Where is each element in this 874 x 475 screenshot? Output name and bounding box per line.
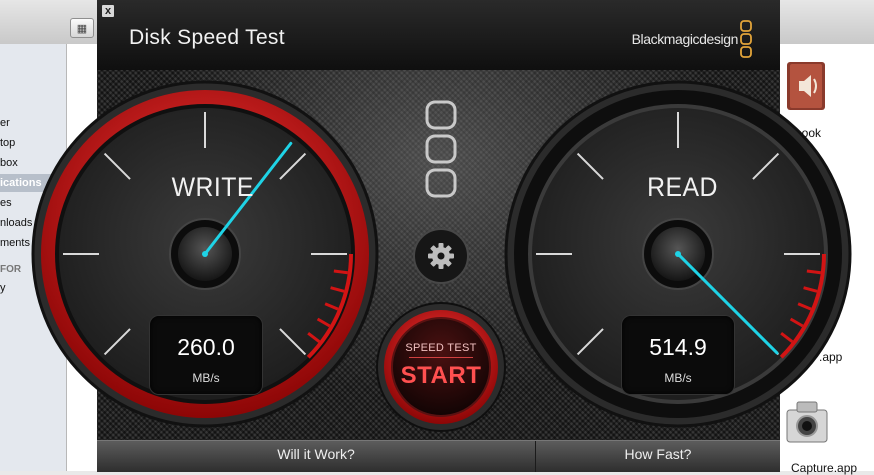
brand-logo: Blackmagicdesign (631, 31, 739, 47)
read-label: READ (647, 172, 718, 202)
start-button-divider (409, 357, 473, 358)
start-button-label: START (400, 362, 482, 389)
view-options-button[interactable]: ▦ (70, 18, 94, 38)
how-fast-button[interactable]: How Fast? (536, 441, 780, 472)
gauge-redzone-tick (806, 269, 821, 275)
title-bar: x Disk Speed Test Blackmagicdesign (97, 0, 780, 71)
write-speed-unit: MB/s (192, 371, 220, 385)
app-label: .app (819, 350, 843, 364)
write-speed-readout: 260.0 MB/s (150, 316, 262, 394)
sidebar-item[interactable]: er (0, 114, 66, 132)
grid-icon: ▦ (76, 22, 88, 35)
read-speed-unit: MB/s (664, 371, 692, 385)
audiobook-app-icon[interactable] (781, 58, 831, 114)
close-button[interactable]: x (102, 5, 114, 17)
read-speed-value: 514.9 (649, 334, 707, 360)
settings-button[interactable] (413, 228, 469, 284)
sidebar-item[interactable]: top (0, 134, 66, 152)
write-label: WRITE (171, 172, 254, 202)
read-needle-pivot (675, 251, 681, 257)
gauge-redzone-tick (333, 269, 348, 275)
write-needle-pivot (202, 251, 208, 257)
read-speed-readout: 514.9 MB/s (622, 316, 734, 394)
app-label: Capture.app (791, 461, 858, 475)
image-capture-app-icon[interactable] (783, 396, 831, 448)
write-speed-value: 260.0 (177, 334, 235, 360)
gear-icon (428, 243, 454, 269)
start-button-caption: SPEED TEST (405, 342, 477, 354)
will-it-work-button[interactable]: Will it Work? (97, 441, 536, 472)
window-title: Disk Speed Test (129, 26, 285, 49)
footer-bar: Will it Work? How Fast? (97, 440, 780, 472)
brand-mark-icon (740, 20, 752, 58)
start-button[interactable]: SPEED TEST START (376, 302, 506, 432)
